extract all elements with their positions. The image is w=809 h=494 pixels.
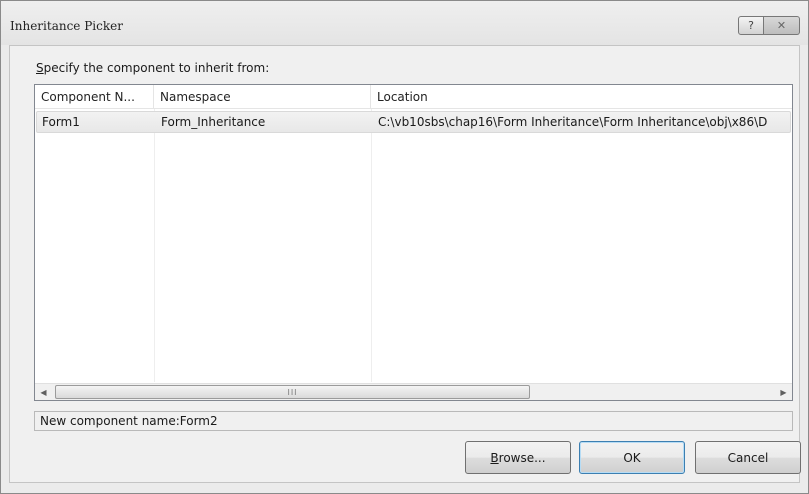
scroll-left-arrow-icon[interactable]: ◀ bbox=[35, 384, 52, 400]
window-title: Inheritance Picker bbox=[10, 19, 123, 33]
title-bar[interactable]: Inheritance Picker ? ✕ bbox=[1, 1, 808, 45]
column-header-location[interactable]: Location bbox=[371, 85, 792, 109]
component-list[interactable]: Component N... Namespace Location Form1 … bbox=[34, 84, 793, 401]
table-row[interactable]: Form1 Form_Inheritance C:\vb10sbs\chap16… bbox=[36, 111, 791, 133]
instruction-accel: S bbox=[36, 61, 44, 75]
column-divider bbox=[154, 109, 155, 382]
dialog-client-area: Specify the component to inherit from: C… bbox=[9, 45, 801, 483]
cell-component-name: Form1 bbox=[42, 115, 80, 129]
cell-location: C:\vb10sbs\chap16\Form Inheritance\Form … bbox=[378, 115, 768, 129]
horizontal-scrollbar[interactable]: ◀ III ▶ bbox=[35, 383, 792, 400]
browse-button[interactable]: Browse... bbox=[465, 441, 571, 474]
thumb-grip-icon: III bbox=[287, 387, 298, 397]
cancel-label: Cancel bbox=[727, 450, 769, 465]
list-header: Component N... Namespace Location bbox=[35, 85, 792, 109]
inheritance-picker-dialog: Inheritance Picker ? ✕ Specify the compo… bbox=[0, 0, 809, 494]
cell-namespace: Form_Inheritance bbox=[161, 115, 266, 129]
caption-buttons: ? ✕ bbox=[738, 16, 800, 35]
instruction-text: pecify the component to inherit from: bbox=[43, 61, 270, 75]
scrollbar-thumb[interactable]: III bbox=[55, 385, 530, 399]
browse-label: rowse... bbox=[498, 450, 546, 465]
cancel-button[interactable]: Cancel bbox=[695, 441, 801, 474]
column-header-namespace[interactable]: Namespace bbox=[154, 85, 371, 109]
ok-label: OK bbox=[623, 450, 641, 465]
scroll-right-arrow-icon[interactable]: ▶ bbox=[775, 384, 792, 400]
close-button[interactable]: ✕ bbox=[764, 16, 800, 35]
new-component-name-field: New component name:Form2 bbox=[34, 411, 793, 431]
column-header-component-name[interactable]: Component N... bbox=[35, 85, 154, 109]
column-divider bbox=[371, 109, 372, 382]
instruction-label: Specify the component to inherit from: bbox=[36, 61, 269, 75]
help-button[interactable]: ? bbox=[738, 16, 764, 35]
help-icon: ? bbox=[748, 19, 754, 32]
close-icon: ✕ bbox=[776, 19, 787, 32]
browse-accel: B bbox=[490, 450, 499, 465]
ok-button[interactable]: OK bbox=[579, 441, 685, 474]
